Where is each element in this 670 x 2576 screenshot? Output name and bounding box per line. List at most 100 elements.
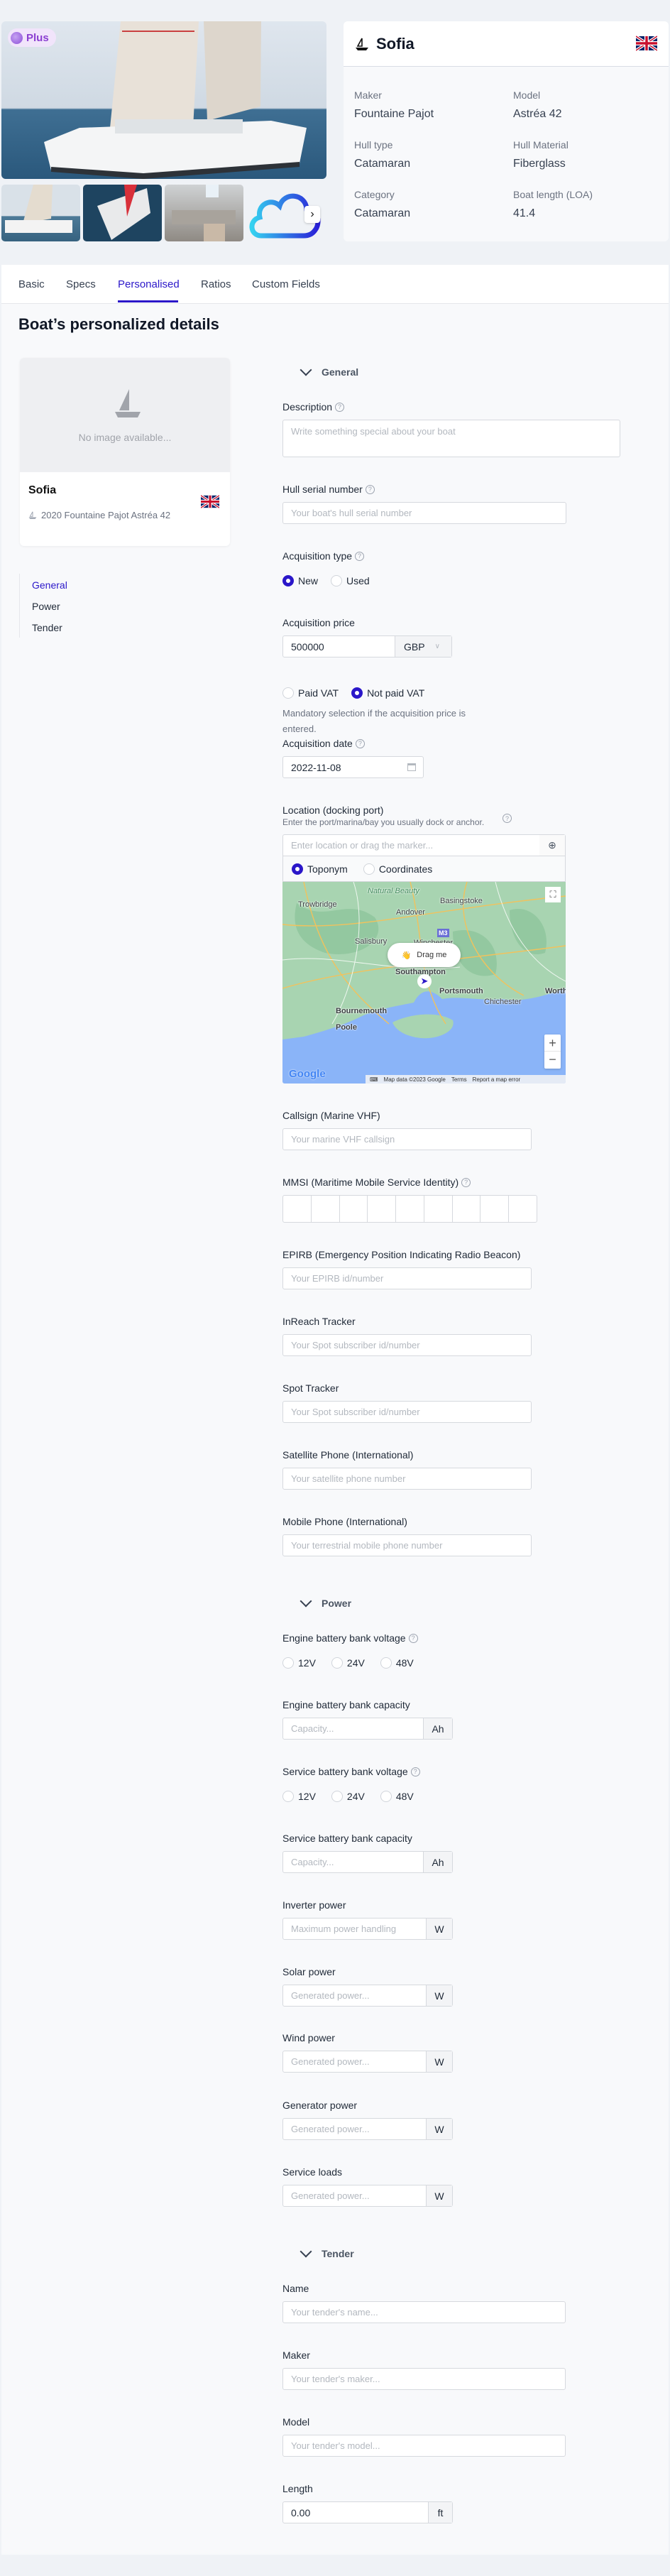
engine-voltage-field: Engine battery bank voltage? 12V 24V 48V (282, 1632, 418, 1669)
mmsi-digit-input[interactable] (395, 1196, 424, 1222)
acquisition-date-input[interactable]: 2022-11-08 (282, 756, 424, 778)
locate-me-icon[interactable]: ⊕ (539, 835, 565, 856)
unit-addon: W (426, 2119, 452, 2139)
service-capacity-input[interactable]: Capacity... Ah (282, 1851, 453, 1873)
spot-input[interactable]: Your Spot subscriber id/number (282, 1401, 532, 1423)
service-loads-input[interactable]: Generated power... W (282, 2185, 453, 2207)
wind-input[interactable]: Generated power... W (282, 2051, 453, 2073)
acquisition-type-field: Acquisition type? New Used (282, 550, 370, 586)
calendar-icon[interactable] (407, 763, 416, 771)
nav-power[interactable]: Power (32, 601, 60, 612)
mmsi-digit-input[interactable] (310, 1196, 339, 1222)
boat-profile-card: No image available... Sofia 2020 Fountai… (20, 358, 230, 546)
zoom-out-button[interactable]: − (544, 1052, 561, 1069)
epirb-input[interactable]: Your EPIRB id/number (282, 1267, 532, 1289)
tab-ratios[interactable]: Ratios (201, 278, 231, 290)
map-label: Worthi (545, 987, 566, 995)
help-icon[interactable]: ? (408, 1633, 418, 1643)
map-label: Chichester (484, 998, 522, 1006)
inverter-input[interactable]: Maximum power handling W (282, 1918, 453, 1940)
thumbnail-2[interactable] (83, 185, 162, 241)
help-icon[interactable]: ? (461, 1177, 471, 1187)
description-textarea[interactable]: Write something special about your boat (282, 420, 620, 457)
service-voltage-field: Service battery bank voltage? 12V 24V 48… (282, 1765, 420, 1802)
help-icon[interactable]: ? (355, 551, 365, 561)
acquisition-date-field: Acquisition date? 2022-11-08 (282, 737, 424, 778)
callsign-input[interactable]: Your marine VHF callsign (282, 1128, 532, 1150)
currency-select[interactable]: GBP ∨ (395, 636, 451, 657)
radio-toponym[interactable]: Toponym (292, 863, 348, 875)
radio-12v[interactable]: 12V (282, 1791, 316, 1802)
radio-not-paid-vat[interactable]: Not paid VAT (351, 687, 424, 699)
general-section-toggle[interactable]: General (300, 364, 358, 378)
tab-personalised[interactable]: Personalised (118, 278, 180, 290)
power-section-toggle[interactable]: Power (300, 1595, 351, 1609)
thumbnail-1[interactable] (1, 185, 80, 241)
tender-model-input[interactable]: Your tender's model... (282, 2435, 566, 2457)
help-icon[interactable]: ? (365, 484, 375, 494)
tab-basic[interactable]: Basic (18, 278, 45, 290)
map-marker-icon[interactable]: ➤ (417, 974, 432, 988)
inreach-input[interactable]: Your Spot subscriber id/number (282, 1334, 532, 1356)
image-placeholder[interactable]: No image available... (20, 358, 230, 472)
zoom-in-button[interactable]: + (544, 1035, 561, 1052)
radio-used[interactable]: Used (331, 575, 370, 586)
mmsi-digit-input[interactable] (508, 1196, 537, 1222)
map-report-link[interactable]: Report a map error (473, 1076, 521, 1083)
mmsi-digit-input[interactable] (480, 1196, 508, 1222)
fullscreen-icon[interactable]: ⛶ (545, 887, 561, 902)
solar-input[interactable]: Generated power... W (282, 1985, 453, 2007)
tender-length-field: Length 0.00 ft (282, 2482, 453, 2523)
map-terms-link[interactable]: Terms (451, 1076, 467, 1083)
satellite-phone-input[interactable]: Your satellite phone number (282, 1468, 532, 1490)
map-label: Salisbury (355, 937, 388, 946)
radio-12v[interactable]: 12V (282, 1657, 316, 1669)
solar-field: Solar power Generated power... W (282, 1965, 453, 2007)
keyboard-shortcuts-icon[interactable]: ⌨ (370, 1076, 378, 1083)
mmsi-digit-input[interactable] (339, 1196, 368, 1222)
mmsi-digit-input[interactable] (367, 1196, 395, 1222)
tab-bar: Basic Specs Personalised Ratios Custom F… (1, 265, 669, 304)
location-input[interactable]: Enter location or drag the marker... (282, 834, 566, 856)
radio-coordinates[interactable]: Coordinates (363, 863, 432, 875)
mmsi-digit-input[interactable] (423, 1196, 452, 1222)
sailboat-icon (356, 38, 368, 50)
gallery-next-button[interactable]: › (304, 206, 320, 223)
mmsi-digit-input[interactable] (283, 1196, 311, 1222)
section-nav: General Power Tender (19, 574, 67, 638)
thumbnail-3[interactable] (165, 185, 243, 241)
radio-48v[interactable]: 48V (380, 1657, 414, 1669)
help-icon[interactable]: ? (335, 402, 345, 412)
mmsi-digit-input[interactable] (451, 1196, 480, 1222)
radio-24v[interactable]: 24V (331, 1657, 365, 1669)
acquisition-price-input[interactable]: 500000 GBP ∨ (282, 635, 452, 657)
hull-serial-input[interactable]: Your boat's hull serial number (282, 502, 566, 524)
radio-48v[interactable]: 48V (380, 1791, 414, 1802)
help-icon[interactable]: ? (410, 1767, 420, 1777)
nav-tender[interactable]: Tender (32, 622, 62, 633)
plus-icon (11, 31, 23, 44)
location-map[interactable]: Natural Beauty Trowbridge Andover Basing… (282, 882, 566, 1084)
tender-maker-input[interactable]: Your tender's maker... (282, 2368, 566, 2390)
tender-section-toggle[interactable]: Tender (300, 2245, 354, 2259)
tender-name-input[interactable]: Your tender's name... (282, 2301, 566, 2323)
generator-input[interactable]: Generated power... W (282, 2118, 453, 2140)
mobile-phone-input[interactable]: Your terrestrial mobile phone number (282, 1534, 532, 1556)
nav-general[interactable]: General (32, 579, 67, 591)
radio-paid-vat[interactable]: Paid VAT (282, 687, 339, 699)
radio-24v[interactable]: 24V (331, 1791, 365, 1802)
tab-specs[interactable]: Specs (66, 278, 96, 290)
radio-new[interactable]: New (282, 575, 318, 586)
engine-capacity-input[interactable]: Capacity... Ah (282, 1718, 453, 1740)
boat-main-photo[interactable]: Plus (1, 21, 326, 179)
tender-model-field: Model Your tender's model... (282, 2416, 566, 2457)
tab-custom-fields[interactable]: Custom Fields (252, 278, 320, 290)
location-field: Location (docking port) Enter the port/m… (282, 804, 566, 882)
unit-addon: Ah (423, 1852, 452, 1872)
mmsi-field: MMSI (Maritime Mobile Service Identity)? (282, 1176, 537, 1223)
tender-length-input[interactable]: 0.00 ft (282, 2501, 453, 2523)
map-label: Natural Beauty (368, 887, 419, 895)
help-icon[interactable]: ? (502, 814, 512, 823)
map-label: Basingstoke (440, 897, 483, 905)
help-icon[interactable]: ? (355, 738, 365, 748)
